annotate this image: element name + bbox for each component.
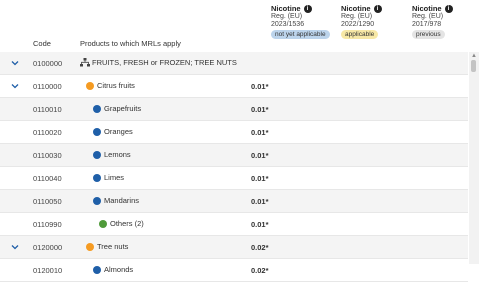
table-row[interactable]: 0110030 Lemons 0.01*	[0, 144, 468, 167]
table-header: Code Products to which MRLs apply Nicoti…	[0, 0, 468, 52]
product-name: Limes	[104, 173, 125, 182]
product-code: 0110990	[33, 220, 62, 229]
category-dot-icon	[86, 81, 94, 90]
product-name: FRUITS, FRESH or FROZEN; TREE NUTS	[92, 58, 237, 67]
regulation-number: 2017/978	[412, 21, 442, 28]
table-row[interactable]: 0110040 Limes 0.01*	[0, 167, 468, 190]
substance-name: Nicotine	[271, 4, 301, 13]
substance-name: Nicotine	[341, 4, 371, 13]
vertical-scrollbar[interactable]: ▲	[469, 52, 479, 264]
product-name: Lemons	[104, 150, 131, 159]
product-code: 0110000	[33, 82, 62, 91]
scroll-up-icon[interactable]: ▲	[471, 53, 477, 59]
product-name: Oranges	[104, 127, 133, 136]
chevron-down-icon[interactable]	[10, 242, 20, 252]
table-row[interactable]: 0120010 Almonds 0.02*	[0, 259, 468, 282]
mrl-value: 0.02*	[251, 266, 269, 275]
product-dot-icon	[93, 265, 101, 274]
product-code: 0110040	[33, 174, 62, 183]
tree-structure-icon	[80, 58, 90, 67]
product-code: 0100000	[33, 59, 63, 68]
mrl-column-2[interactable]: Nicotine i Reg. (EU) 2022/1290 applicable	[341, 5, 401, 39]
product-code: 0110030	[33, 151, 62, 160]
product-code: 0110050	[33, 197, 62, 206]
scrollbar-thumb[interactable]	[471, 60, 476, 72]
status-badge: applicable	[341, 30, 379, 39]
mrl-value: 0.01*	[251, 128, 269, 137]
substance-name: Nicotine	[412, 4, 442, 13]
status-badge: previous	[412, 30, 445, 39]
category-dot-icon	[86, 242, 94, 251]
chevron-down-icon[interactable]	[10, 58, 20, 68]
product-dot-icon	[93, 173, 101, 182]
product-dot-icon	[93, 127, 101, 136]
code-column-header: Code	[33, 39, 51, 48]
table-row[interactable]: 0110020 Oranges 0.01*	[0, 121, 468, 144]
product-dot-icon	[93, 104, 101, 113]
mrl-value: 0.01*	[251, 174, 269, 183]
regulation-label: Reg. (EU)	[412, 13, 444, 20]
product-code: 0120000	[33, 243, 63, 252]
product-name: Grapefruits	[104, 104, 142, 113]
table-row[interactable]: 0120000 Tree nuts 0.02*	[0, 236, 468, 259]
info-icon[interactable]: i	[444, 5, 453, 13]
regulation-label: Reg. (EU)	[271, 13, 303, 20]
product-name: Tree nuts	[97, 242, 129, 251]
mrl-value: 0.01*	[251, 105, 269, 114]
product-name: Mandarins	[104, 196, 140, 205]
product-code: 0110020	[33, 128, 62, 137]
regulation-label: Reg. (EU)	[341, 13, 373, 20]
product-dot-icon	[99, 219, 107, 228]
mrl-value: 0.02*	[251, 243, 269, 252]
table-row[interactable]: 0100000 FRUITS, FRESH or FROZEN; TREE NU…	[0, 52, 468, 75]
product-name: Citrus fruits	[97, 81, 135, 90]
mrl-value: 0.01*	[251, 197, 269, 206]
mrl-value: 0.01*	[251, 82, 269, 91]
product-name: Almonds	[104, 265, 134, 274]
table-row[interactable]: 0110050 Mandarins 0.01*	[0, 190, 468, 213]
table-row[interactable]: 0110010 Grapefruits 0.01*	[0, 98, 468, 121]
info-icon[interactable]: i	[303, 5, 312, 13]
product-name: Others (2)	[110, 219, 144, 228]
products-table: 0100000 FRUITS, FRESH or FROZEN; TREE NU…	[0, 52, 468, 282]
product-code: 0110010	[33, 105, 62, 114]
product-dot-icon	[93, 150, 101, 159]
info-icon[interactable]: i	[373, 5, 382, 13]
mrl-column-3[interactable]: Nicotine i Reg. (EU) 2017/978 previous	[412, 5, 472, 39]
mrl-value: 0.01*	[251, 151, 269, 160]
mrl-value: 0.01*	[251, 220, 269, 229]
regulation-number: 2023/1536	[271, 21, 305, 28]
product-code: 0120010	[33, 266, 63, 275]
status-badge: not yet applicable	[271, 30, 330, 39]
table-row[interactable]: 0110990 Others (2) 0.01*	[0, 213, 468, 236]
products-column-header: Products to which MRLs apply	[80, 39, 181, 48]
product-dot-icon	[93, 196, 101, 205]
chevron-down-icon[interactable]	[10, 81, 20, 91]
table-row[interactable]: 0110000 Citrus fruits 0.01*	[0, 75, 468, 98]
mrl-column-1[interactable]: Nicotine i Reg. (EU) 2023/1536 not yet ap…	[271, 5, 331, 39]
regulation-number: 2022/1290	[341, 21, 375, 28]
